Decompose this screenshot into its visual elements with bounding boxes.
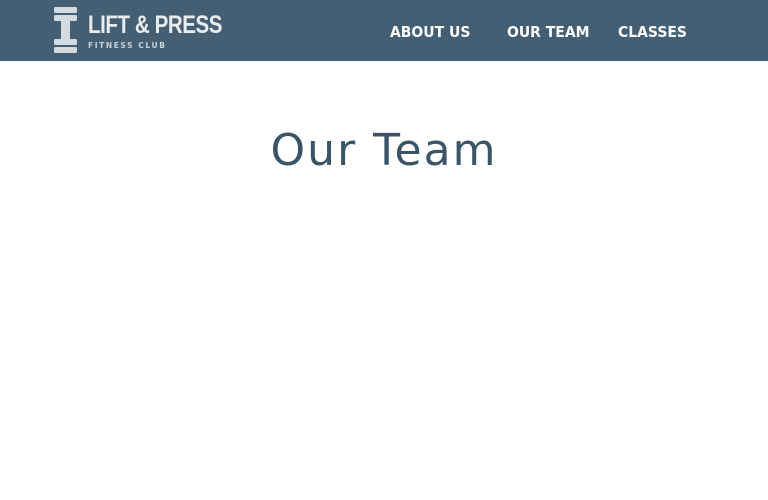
dumbbell-icon [54,7,77,53]
page-title: Our Team [270,125,498,176]
brand-logo[interactable]: LIFT & PRESS FITNESS CLUB [54,7,222,53]
site-header: LIFT & PRESS FITNESS CLUB ABOUT US OUR T… [0,0,768,61]
brand-tagline: FITNESS CLUB [88,41,167,50]
nav-link-our-team[interactable]: OUR TEAM [507,22,590,42]
brand-name: LIFT & PRESS [88,11,223,39]
nav-link-about-us[interactable]: ABOUT US [390,22,470,42]
nav-link-classes[interactable]: CLASSES [618,22,687,42]
